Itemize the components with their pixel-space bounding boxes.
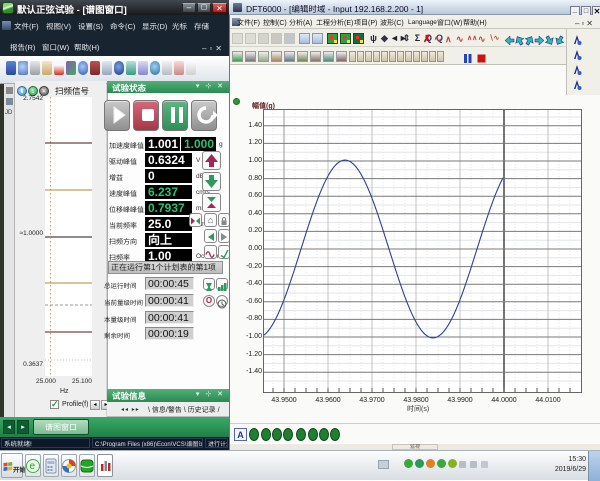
svg-text:e: e [30,461,36,472]
